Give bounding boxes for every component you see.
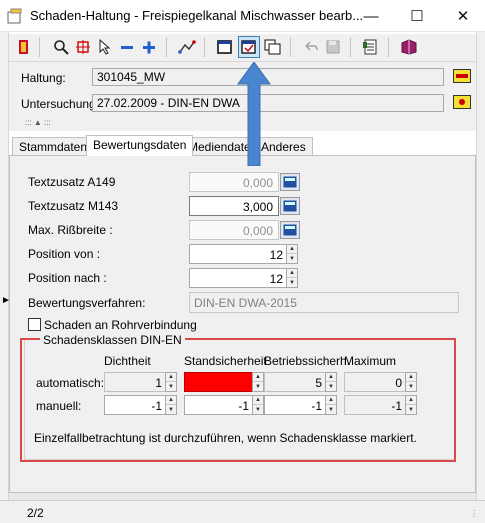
man-betriebssicherheit-input[interactable]: -1 [264,395,325,415]
auto-dichtheit-spinner: ▲ ▼ [165,372,177,392]
man-maximum-spinner: ▲ ▼ [405,395,417,415]
maximize-button[interactable]: ☐ [394,0,440,32]
bewertungsverfahren-label: Bewertungsverfahren: [28,296,146,310]
position-nach-input[interactable]: 12 [189,268,286,288]
crosshair-icon[interactable] [72,36,94,58]
man-maximum-value: -1 [344,395,405,415]
textzusatz-a149-input[interactable]: 0,000 [189,172,279,192]
status-bar: 2/2 ⋮ [0,500,485,523]
document-icon[interactable] [360,36,382,58]
close-button[interactable]: ✕ [440,0,485,32]
resize-grip-icon[interactable]: ⋮ [470,509,478,518]
magnifier-icon[interactable] [50,36,72,58]
auto-standsicherheit-value [184,372,252,392]
annotation-arrow [237,62,271,166]
minimize-button[interactable]: — [348,0,394,32]
position-nach-label: Position nach : [28,271,107,285]
app-icon [7,8,22,24]
schadensklasse-hint: Einzelfallbetrachtung ist durchzuführen,… [34,431,417,445]
position-von-spinner[interactable]: ▲ ▼ [286,244,298,264]
man-standsicherheit-spinner[interactable]: ▲ ▼ [252,395,264,415]
windows-icon[interactable] [262,36,284,58]
save-icon[interactable] [322,36,344,58]
max-rissbreite-label: Max. Rißbreite : [28,223,113,237]
col-standsicherheit: Standsicherheit [184,354,267,368]
man-dichtheit-input[interactable]: -1 [104,395,165,415]
pipe-selector-icon[interactable] [453,69,471,83]
tab-stammdaten[interactable]: Stammdaten [12,137,95,155]
door-exit-icon[interactable] [13,36,35,58]
tab-bewertungsdaten[interactable]: Bewertungsdaten [86,135,194,156]
calculator-icon[interactable] [280,221,300,239]
bewertungsverfahren-field[interactable]: DIN-EN DWA-2015 [189,292,459,313]
left-splitter[interactable]: ► [0,32,11,523]
window-title: Schaden-Haltung - Freispiegelkanal Misch… [30,8,364,23]
auto-dichtheit-value: 1 [104,372,165,392]
haltung-label: Haltung: [21,71,66,85]
right-border [476,32,485,523]
col-betriebssicherheit: Betriebssicherh. [264,354,351,368]
calculator-icon[interactable] [280,173,300,191]
row-manuell-label: manuell: [36,399,82,413]
auto-betriebssicherheit-spinner: ▲ ▼ [325,372,337,392]
position-von-label: Position von : [28,247,101,261]
row-automatisch-label: automatisch: [36,376,105,390]
schadensklassen-title: Schadensklassen DIN-EN [40,333,185,347]
route-icon[interactable] [176,36,198,58]
untersuchung-label: Untersuchung: [21,97,100,111]
rohrverbindung-checkbox[interactable] [28,318,41,331]
pointer-icon[interactable] [94,36,116,58]
title-bar: Schaden-Haltung - Freispiegelkanal Misch… [0,0,485,32]
col-dichtheit: Dichtheit [104,354,151,368]
auto-maximum-spinner: ▲ ▼ [405,372,417,392]
man-standsicherheit-input[interactable]: -1 [184,395,252,415]
toolbar [9,34,476,61]
col-maximum: Maximum [344,354,397,368]
man-dichtheit-spinner[interactable]: ▲ ▼ [165,395,177,415]
max-rissbreite-input[interactable]: 0,000 [189,220,279,240]
book-icon[interactable] [398,36,420,58]
splitter-grip[interactable]: ::: ▲ ::: [25,118,51,127]
man-betriebssicherheit-spinner[interactable]: ▲ ▼ [325,395,337,415]
record-counter: 2/2 [27,506,44,520]
undo-icon[interactable] [300,36,322,58]
calculator-icon[interactable] [280,197,300,215]
minus-icon[interactable] [116,36,138,58]
textzusatz-a149-label: Textzusatz A149 [28,175,116,189]
inspection-selector-icon[interactable] [453,95,471,109]
window-check-icon[interactable] [238,36,260,58]
auto-maximum-value: 0 [344,372,405,392]
rohrverbindung-label: Schaden an Rohrverbindung [44,318,197,332]
textzusatz-m143-input[interactable]: 3,000 [189,196,279,216]
position-von-input[interactable]: 12 [189,244,286,264]
horizontal-scrollbar[interactable] [9,493,476,500]
textzusatz-m143-label: Textzusatz M143 [28,199,119,213]
auto-standsicherheit-spinner: ▲ ▼ [252,372,264,392]
plus-icon[interactable] [138,36,160,58]
position-nach-spinner[interactable]: ▲ ▼ [286,268,298,288]
window-icon[interactable] [214,36,236,58]
auto-betriebssicherheit-value: 5 [264,372,325,392]
